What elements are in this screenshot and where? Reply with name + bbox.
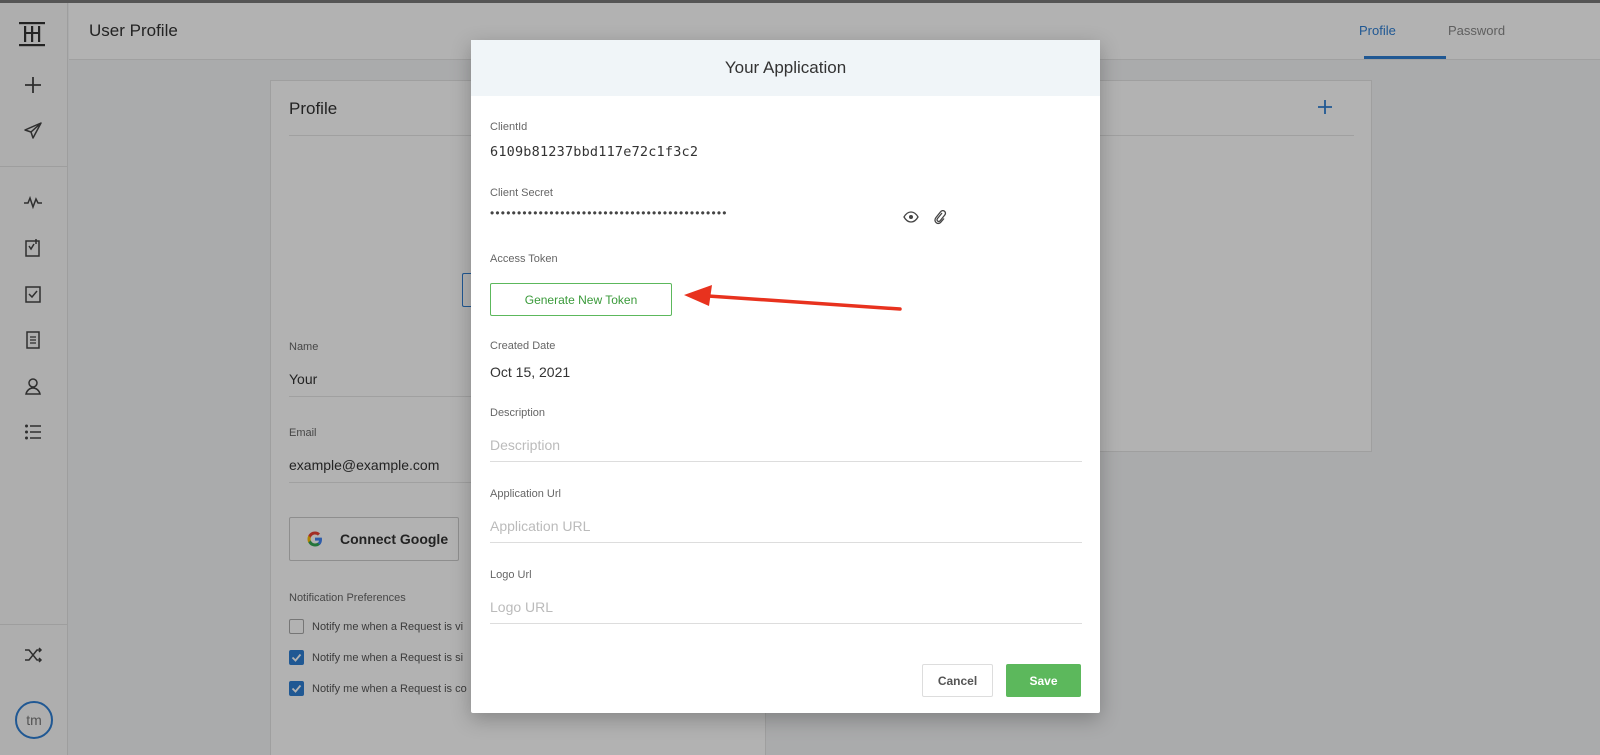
save-button[interactable]: Save — [1006, 664, 1081, 697]
created-date-label: Created Date — [490, 340, 556, 352]
application-url-label: Application Url — [490, 488, 561, 500]
created-date-value: Oct 15, 2021 — [490, 364, 571, 380]
window-top-border — [0, 0, 1600, 3]
logo-url-input[interactable] — [490, 590, 1082, 624]
application-url-input[interactable] — [490, 509, 1082, 543]
client-secret-label: Client Secret — [490, 187, 553, 199]
application-modal: Your Application ClientId 6109b81237bbd1… — [471, 40, 1100, 713]
cancel-button[interactable]: Cancel — [922, 664, 993, 697]
modal-title: Your Application — [471, 40, 1100, 96]
description-input[interactable] — [490, 428, 1082, 462]
logo-url-label: Logo Url — [490, 569, 532, 581]
access-token-label: Access Token — [490, 253, 558, 265]
eye-icon[interactable] — [902, 208, 920, 226]
generate-token-button[interactable]: Generate New Token — [490, 283, 672, 316]
annotation-arrow — [684, 285, 902, 311]
paperclip-icon[interactable] — [931, 208, 949, 226]
client-secret-masked: ••••••••••••••••••••••••••••••••••••••••… — [490, 206, 728, 220]
client-id-value: 6109b81237bbd117e72c1f3c2 — [490, 144, 699, 160]
client-id-label: ClientId — [490, 121, 528, 133]
description-label: Description — [490, 407, 546, 419]
